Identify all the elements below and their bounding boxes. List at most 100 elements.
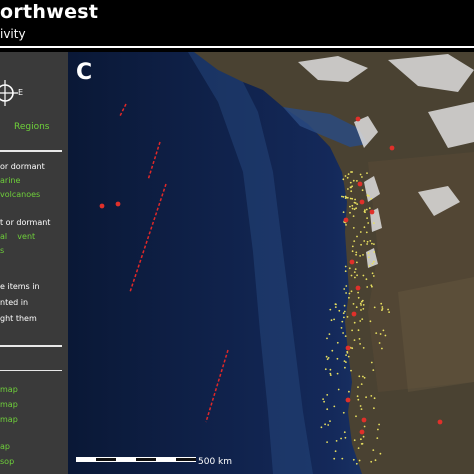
earthquake-dot [374, 459, 377, 462]
earthquake-dot [351, 204, 354, 207]
earthquake-dot [343, 304, 346, 307]
volcano-marker[interactable] [99, 203, 105, 209]
earthquake-dot [356, 180, 358, 182]
earthquake-dot [336, 341, 339, 344]
earthquake-dot [349, 186, 352, 189]
earthquake-dot [370, 284, 373, 287]
volcano-marker[interactable] [345, 397, 351, 403]
earthquake-dot [361, 299, 364, 302]
earthquake-dot [329, 308, 332, 311]
earthquake-dot [360, 438, 362, 441]
earthquake-dot [360, 243, 362, 246]
regions-link[interactable]: Regions [14, 122, 50, 132]
earthquake-dot [344, 436, 347, 439]
earthquake-dot [363, 226, 366, 229]
earthquake-dot [381, 306, 384, 308]
page-title: orthwest [0, 1, 99, 23]
earthquake-dot [362, 254, 364, 256]
earthquake-dot [347, 173, 350, 175]
earthquake-dot [351, 245, 354, 248]
volcano-marker[interactable] [345, 345, 351, 351]
earthquake-dot [359, 343, 361, 345]
earthquake-dot [352, 458, 355, 461]
volcano-marker[interactable] [343, 217, 349, 223]
volcano-marker[interactable] [389, 145, 395, 151]
earthquake-dot [359, 231, 362, 233]
earthquake-dot [365, 208, 368, 211]
earthquake-dot [336, 357, 339, 360]
earthquake-dot [357, 329, 360, 332]
earthquake-dot [366, 194, 369, 197]
earthquake-dot [358, 459, 361, 462]
earthquake-dot [355, 207, 357, 210]
earthquake-dot [346, 196, 349, 199]
volcano-marker[interactable] [361, 417, 367, 423]
earthquake-dot [352, 179, 355, 182]
earthquake-dot [351, 329, 353, 332]
legend-item: volcanoes [0, 190, 41, 199]
earthquake-dot [340, 327, 343, 329]
note-line: nted in [0, 298, 29, 307]
earthquake-dot [350, 369, 352, 372]
earthquake-dot [372, 369, 375, 371]
header-divider [0, 46, 474, 48]
volcano-marker[interactable] [349, 259, 355, 265]
earthquake-dot [366, 217, 368, 220]
scale-bar [76, 457, 196, 462]
earthquake-dot [366, 243, 368, 245]
earthquake-dot [351, 197, 354, 200]
earthquake-dot [342, 312, 345, 315]
earthquake-dot [378, 423, 380, 426]
map-link[interactable]: sop [0, 457, 14, 466]
earthquake-dot [361, 176, 363, 178]
earthquake-dot [354, 202, 357, 204]
map-link[interactable]: map [0, 400, 18, 409]
sidebar: E Regions or dormant arine volcanoes t o… [0, 52, 68, 474]
earthquake-dot [344, 335, 347, 337]
volcano-marker[interactable] [369, 209, 375, 215]
volcano-marker[interactable] [355, 285, 361, 291]
earthquake-dot [348, 292, 351, 295]
earthquake-dot [335, 440, 338, 442]
scale-label: 500 km [198, 457, 233, 467]
earthquake-dot [344, 265, 347, 268]
earthquake-dot [359, 255, 361, 257]
earthquake-dot [343, 316, 345, 319]
sidebar-divider [0, 345, 62, 347]
earthquake-dot [365, 396, 367, 399]
earthquake-dot [360, 309, 362, 311]
volcano-marker[interactable] [357, 181, 363, 187]
map-canvas [68, 52, 474, 474]
earthquake-dot [351, 207, 354, 210]
satellite-map[interactable]: C 500 km [68, 52, 474, 474]
earthquake-dot [344, 195, 347, 198]
sidebar-divider [0, 370, 62, 371]
earthquake-dot [330, 319, 333, 322]
map-link[interactable]: map [0, 385, 18, 394]
map-link[interactable]: map [0, 415, 18, 424]
earthquake-dot [350, 274, 353, 277]
volcano-marker[interactable] [437, 419, 443, 425]
volcano-marker[interactable] [359, 199, 365, 205]
earthquake-dot [368, 207, 371, 210]
earthquake-dot [320, 426, 323, 429]
earthquake-dot [331, 349, 334, 352]
earthquake-dot [344, 270, 347, 273]
earthquake-dot [354, 268, 357, 270]
earthquake-dot [359, 405, 362, 407]
volcano-marker[interactable] [351, 311, 357, 317]
volcano-marker[interactable] [355, 116, 361, 122]
volcano-marker[interactable] [115, 201, 121, 207]
earthquake-dot [349, 205, 351, 208]
earthquake-dot [360, 408, 363, 410]
earthquake-dot [326, 441, 328, 443]
earthquake-dot [380, 302, 383, 305]
legend-item: arine [0, 176, 21, 185]
volcano-marker[interactable] [359, 429, 365, 435]
earthquake-dot [357, 291, 359, 294]
page-subtitle: ivity [0, 27, 26, 41]
app-window: orthwest ivity E Regions or dormant arin… [0, 0, 474, 474]
earthquake-dot [322, 398, 324, 400]
earthquake-dot [345, 292, 347, 294]
map-link[interactable]: ap [0, 442, 10, 451]
